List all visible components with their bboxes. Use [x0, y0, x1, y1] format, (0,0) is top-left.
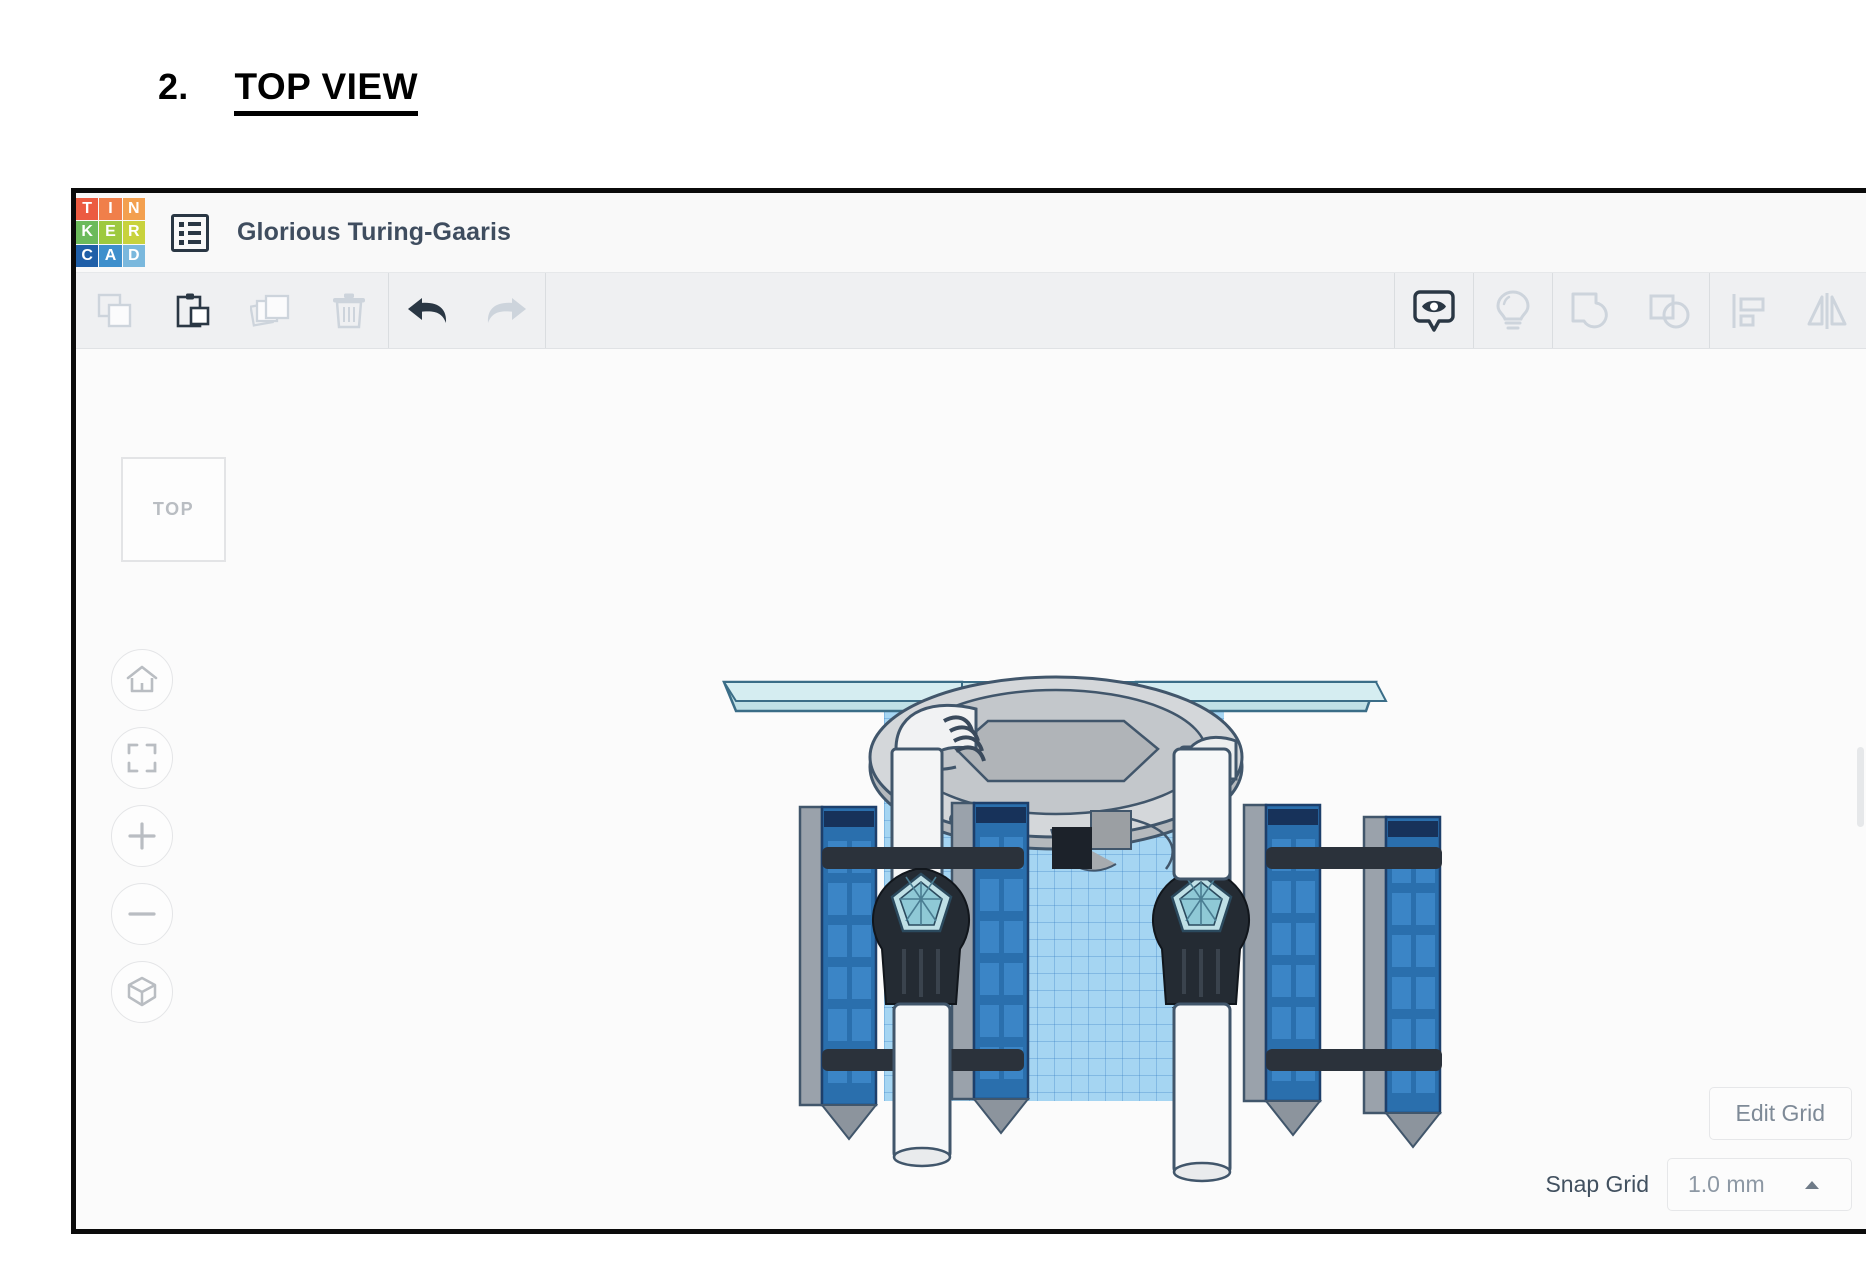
app-header: T I N K E R C A D Glorious Turing-Gaaris [76, 193, 1866, 273]
duplicate-button[interactable] [232, 273, 310, 348]
ungroup-button[interactable] [1631, 273, 1709, 348]
menu-line [188, 239, 201, 244]
logo-tile-k: K [76, 221, 99, 244]
copy-button[interactable] [76, 273, 154, 348]
menu-dot [179, 230, 184, 236]
sensor-box [1052, 827, 1092, 869]
caret-up-icon [1804, 1180, 1819, 1189]
align-button[interactable] [1710, 273, 1788, 348]
mirror-icon [1807, 292, 1847, 329]
edit-grid-button[interactable]: Edit Grid [1708, 1087, 1852, 1140]
boom-tube-right-upper [1172, 747, 1232, 881]
logo-tile-i: I [99, 198, 122, 221]
trash-icon [333, 293, 365, 328]
paste-button[interactable] [154, 273, 232, 348]
3d-canvas[interactable]: TOP Edit Grid Snap Grid 1.0 mm [76, 349, 1866, 1229]
lightbulb-icon [1496, 289, 1530, 329]
logo-tile-e: E [99, 221, 122, 244]
snap-grid-row: Snap Grid 1.0 mm [1545, 1158, 1852, 1211]
list-menu-icon[interactable] [171, 213, 209, 252]
copy-icon [97, 293, 132, 327]
design-name[interactable]: Glorious Turing-Gaaris [237, 218, 511, 247]
menu-line [188, 221, 201, 226]
logo-tile-d: D [122, 244, 145, 267]
group-button[interactable] [1553, 273, 1631, 348]
paste-icon [176, 293, 210, 327]
menu-line [188, 230, 201, 235]
logo-tile-t: T [76, 198, 99, 221]
canvas-scrollbar[interactable] [1857, 747, 1864, 827]
logo-tile-a: A [99, 244, 122, 267]
align-icon [1732, 293, 1765, 328]
menu-dot [179, 239, 184, 245]
group-shapes-icon [1571, 292, 1608, 328]
snap-grid-label: Snap Grid [1545, 1171, 1649, 1197]
logo-tile-c: C [76, 244, 99, 267]
page-heading: 2. TOP VIEW [158, 66, 418, 116]
tinkercad-screenshot-frame: T I N K E R C A D Glorious Turing-Gaaris [71, 188, 1866, 1234]
hint-lightbulb-button[interactable] [1474, 273, 1552, 348]
mirror-button[interactable] [1788, 273, 1866, 348]
page-title: TOP VIEW [234, 66, 418, 116]
undo-arrow-icon [408, 297, 447, 323]
editor-toolbar [76, 273, 1866, 349]
snap-grid-select[interactable]: 1.0 mm [1667, 1158, 1852, 1211]
snap-grid-value: 1.0 mm [1688, 1171, 1765, 1197]
boom-tube-left [892, 1002, 952, 1168]
duplicate-icon [250, 294, 290, 327]
menu-dot [179, 221, 184, 227]
heading-number: 2. [158, 66, 189, 107]
undo-button[interactable] [389, 273, 467, 348]
tinkercad-logo[interactable]: T I N K E R C A D [76, 198, 145, 267]
boom-tube-right [1172, 1002, 1232, 1183]
redo-arrow-icon [487, 297, 526, 323]
ungroup-shapes-icon [1649, 294, 1690, 328]
logo-tile-n: N [122, 198, 145, 221]
logo-tile-r: R [122, 221, 145, 244]
eye-bubble-icon [1413, 289, 1455, 332]
grid-controls: Edit Grid Snap Grid 1.0 mm [1545, 1087, 1852, 1211]
delete-button[interactable] [310, 273, 388, 348]
redo-button[interactable] [467, 273, 545, 348]
show-hide-button[interactable] [1395, 273, 1473, 348]
